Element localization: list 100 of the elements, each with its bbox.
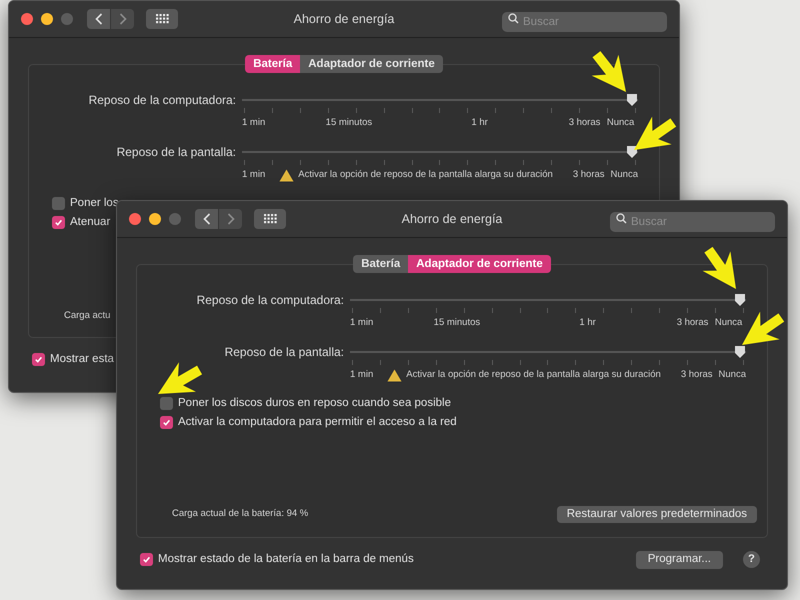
- tick-mark: [412, 160, 413, 165]
- tab[interactable]: Adaptador de corriente: [408, 255, 551, 273]
- window-title: Ahorro de energía: [400, 210, 504, 228]
- scale-label: Nunca: [606, 116, 634, 130]
- forward-button[interactable]: [219, 209, 242, 229]
- battery-charge-text: Carga actu: [64, 308, 110, 323]
- tick-mark: [579, 160, 580, 165]
- tick-mark: [551, 108, 552, 113]
- tick-mark: [495, 160, 496, 165]
- warning-note: Activar la opción de reposo de la pantalla alarga su duración: [406, 368, 661, 382]
- battery-charge-text: Carga actual de la batería: 94 %: [172, 507, 308, 522]
- scale-label: 3 horas: [680, 368, 713, 382]
- checkmark-icon: [142, 555, 151, 564]
- restore-defaults-button[interactable]: Restaurar valores predeterminados: [556, 506, 757, 523]
- tick-mark: [380, 360, 381, 365]
- scale-label: 1 hr: [579, 316, 596, 330]
- slider-track[interactable]: [242, 145, 638, 159]
- scale-label: 3 horas: [572, 168, 605, 182]
- tab[interactable]: Batería: [353, 255, 408, 273]
- slider-thumb[interactable]: [734, 345, 746, 359]
- tick-mark: [492, 308, 493, 313]
- tick-mark: [380, 308, 381, 313]
- back-button[interactable]: [195, 209, 218, 229]
- checkmark-icon: [162, 418, 171, 427]
- slider-thumb[interactable]: [626, 145, 638, 159]
- checkbox-label: Poner los discos duros en reposo cuando sea posible: [178, 396, 451, 411]
- checkbox[interactable]: [52, 216, 65, 229]
- checkbox[interactable]: [140, 553, 153, 566]
- checkbox-label: Atenuar: [70, 214, 110, 230]
- pointer-arrow: [742, 312, 784, 345]
- tick-mark: [467, 160, 468, 165]
- pointer-arrow: [158, 362, 202, 394]
- tick-mark: [575, 360, 576, 365]
- slider-label: Reposo de la computadora:: [88, 93, 237, 107]
- checkbox-label: Mostrar estado de la batería en la barra de menús: [158, 552, 414, 567]
- tick-mark: [408, 360, 409, 365]
- scale-label: 3 horas: [676, 316, 708, 330]
- warning-icon: [387, 368, 402, 382]
- scale-label: 1 min: [350, 316, 374, 330]
- slider-thumb[interactable]: [626, 93, 638, 107]
- tick-mark: [439, 160, 440, 165]
- pointer-arrow: [702, 246, 736, 289]
- tick-mark: [328, 160, 329, 165]
- window-control[interactable]: [21, 13, 33, 25]
- checkbox[interactable]: [52, 197, 65, 210]
- tick-mark: [659, 360, 660, 365]
- window-control[interactable]: [149, 213, 161, 225]
- tick-mark: [492, 360, 493, 365]
- tick-mark: [547, 360, 548, 365]
- slider-label: Reposo de la pantalla:: [224, 345, 345, 359]
- grid-button[interactable]: [146, 9, 178, 29]
- warning-icon: [279, 168, 294, 182]
- tick-mark: [384, 160, 385, 165]
- window-control[interactable]: [41, 13, 53, 25]
- scale-label: 1 min: [242, 116, 266, 130]
- scale-label: 1 min: [350, 368, 374, 382]
- search-icon: [508, 13, 519, 24]
- slider-label: Reposo de la pantalla:: [116, 145, 237, 159]
- checkbox-label: Activar la computadora para permitir el acceso a la red: [178, 414, 457, 430]
- back-button[interactable]: [87, 9, 110, 29]
- tick-mark: [352, 360, 353, 365]
- slider-thumb[interactable]: [734, 293, 746, 307]
- scale-label: Nunca: [718, 368, 746, 382]
- tick-mark: [523, 108, 524, 113]
- help-button[interactable]: ?: [743, 551, 760, 568]
- checkbox-label: Mostrar esta: [50, 352, 114, 367]
- window-control[interactable]: [129, 213, 141, 225]
- tick-mark: [742, 360, 744, 365]
- tick-mark: [523, 160, 524, 165]
- tick-mark: [244, 108, 245, 113]
- tick-mark: [328, 108, 329, 113]
- slider-track[interactable]: [242, 93, 638, 107]
- tick-mark: [464, 360, 465, 365]
- schedule-button[interactable]: Programar...: [636, 550, 723, 568]
- chevron-right-icon: [118, 13, 126, 25]
- tick-mark: [352, 308, 353, 313]
- tick-mark: [551, 160, 552, 165]
- tick-mark: [356, 160, 357, 165]
- tick-mark: [714, 308, 716, 313]
- tick-mark: [412, 108, 413, 113]
- scale-label: 3 horas: [568, 116, 600, 130]
- tick-mark: [520, 308, 521, 313]
- tick-mark: [467, 108, 468, 113]
- checkmark-icon: [54, 218, 63, 227]
- checkbox[interactable]: [160, 397, 173, 410]
- forward-button[interactable]: [111, 9, 134, 29]
- slider-track[interactable]: [350, 345, 746, 359]
- tick-mark: [575, 308, 576, 313]
- tick-mark: [272, 160, 273, 165]
- chevron-right-icon: [226, 213, 234, 225]
- tab[interactable]: Batería: [245, 55, 300, 73]
- checkbox[interactable]: [160, 416, 173, 429]
- grid-icon: [264, 214, 276, 224]
- tick-mark: [606, 160, 608, 165]
- slider-track[interactable]: [350, 293, 746, 307]
- grid-button[interactable]: [254, 209, 286, 229]
- tick-mark: [603, 308, 604, 313]
- tab[interactable]: Adaptador de corriente: [300, 55, 443, 73]
- pointer-arrow: [592, 51, 626, 92]
- checkbox[interactable]: [32, 353, 45, 366]
